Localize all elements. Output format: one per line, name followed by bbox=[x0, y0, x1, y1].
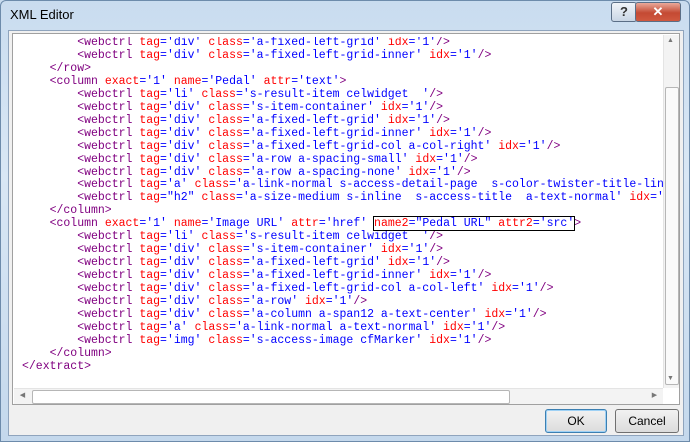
code-text: <webctrl tag='div' class='s-item-contain… bbox=[77, 243, 444, 257]
dialog-body: <webctrl tag='div' class='a-fixed-left-g… bbox=[8, 30, 684, 436]
code-text: <webctrl tag='div' class='a-fixed-left-g… bbox=[77, 113, 450, 127]
code-text: <webctrl tag='div' class='a-fixed-left-g… bbox=[77, 37, 450, 49]
code-text: <webctrl tag='a' class='a-link-normal s-… bbox=[77, 178, 664, 192]
cancel-button[interactable]: Cancel bbox=[615, 409, 679, 433]
code-text: <webctrl tag='a' class='a-link-normal a-… bbox=[77, 320, 506, 334]
window-title: XML Editor bbox=[10, 7, 74, 22]
horizontal-scroll-thumb[interactable] bbox=[32, 390, 510, 404]
horizontal-scrollbar[interactable]: ◀ ▶ bbox=[14, 388, 663, 404]
code-text: <webctrl tag='div' class='a-row' idx='1'… bbox=[77, 295, 368, 309]
code-text: </row> bbox=[49, 61, 92, 75]
scroll-right-arrow-icon[interactable]: ▶ bbox=[648, 391, 661, 399]
vertical-scrollbar[interactable]: ▲ ▼ bbox=[663, 35, 679, 388]
scroll-down-arrow-icon[interactable]: ▼ bbox=[664, 375, 677, 382]
close-button[interactable]: ✕ bbox=[635, 2, 681, 22]
code-text: <webctrl tag='li' class='s-result-item c… bbox=[77, 87, 444, 101]
code-line: <webctrl tag="h2" class='a-size-medium s… bbox=[18, 191, 664, 205]
code-line: </extract> bbox=[18, 359, 664, 374]
code-text: <webctrl tag='div' class='a-fixed-left-g… bbox=[77, 126, 492, 140]
code-text: <webctrl tag='div' class='a-fixed-left-g… bbox=[77, 48, 492, 62]
code-text: <webctrl tag='div' class='a-fixed-left-g… bbox=[77, 282, 554, 296]
code-text: <webctrl tag='img' class='s-access-image… bbox=[77, 333, 492, 347]
code-text: </extract> bbox=[22, 359, 92, 373]
code-text: <webctrl tag='div' class='a-fixed-left-g… bbox=[77, 269, 492, 283]
code-text: <webctrl tag='div' class='a-column a-spa… bbox=[77, 308, 547, 322]
code-text: <webctrl tag='div' class='a-fixed-left-g… bbox=[77, 139, 561, 153]
code-text: </column> bbox=[49, 204, 112, 218]
xml-code-area[interactable]: <webctrl tag='div' class='a-fixed-left-g… bbox=[18, 37, 664, 389]
code-text: <webctrl tag="h2" class='a-size-medium s… bbox=[77, 191, 664, 205]
code-text: <column exact='1' name='Image URL' attr=… bbox=[49, 217, 368, 231]
scroll-left-arrow-icon[interactable]: ◀ bbox=[16, 391, 29, 399]
code-text: <webctrl tag='div' class='s-item-contain… bbox=[77, 100, 444, 114]
code-line: <webctrl tag='div' class='a-fixed-left-g… bbox=[18, 48, 664, 63]
code-text: <column exact='1' name='Pedal' attr='tex… bbox=[49, 74, 347, 88]
code-line: <webctrl tag='img' class='s-access-image… bbox=[18, 333, 664, 348]
ok-button[interactable]: OK bbox=[545, 409, 607, 433]
code-text: <webctrl tag='li' class='s-result-item c… bbox=[77, 230, 444, 244]
highlighted-attributes: name2="Pedal URL" attr2='src' bbox=[373, 216, 576, 232]
vertical-scroll-thumb[interactable] bbox=[665, 87, 679, 385]
code-text: <webctrl tag='div' class='a-fixed-left-g… bbox=[77, 256, 450, 270]
code-text: </column> bbox=[49, 346, 112, 360]
scroll-up-arrow-icon[interactable]: ▲ bbox=[664, 37, 677, 44]
help-button[interactable]: ? bbox=[611, 2, 637, 22]
xml-editor[interactable]: <webctrl tag='div' class='a-fixed-left-g… bbox=[12, 33, 680, 405]
code-line: </column> bbox=[18, 346, 664, 361]
code-text: <webctrl tag='div' class='a-row a-spacin… bbox=[77, 165, 471, 179]
code-text: <webctrl tag='div' class='a-row a-spacin… bbox=[77, 152, 478, 166]
code-text: > bbox=[574, 217, 582, 231]
